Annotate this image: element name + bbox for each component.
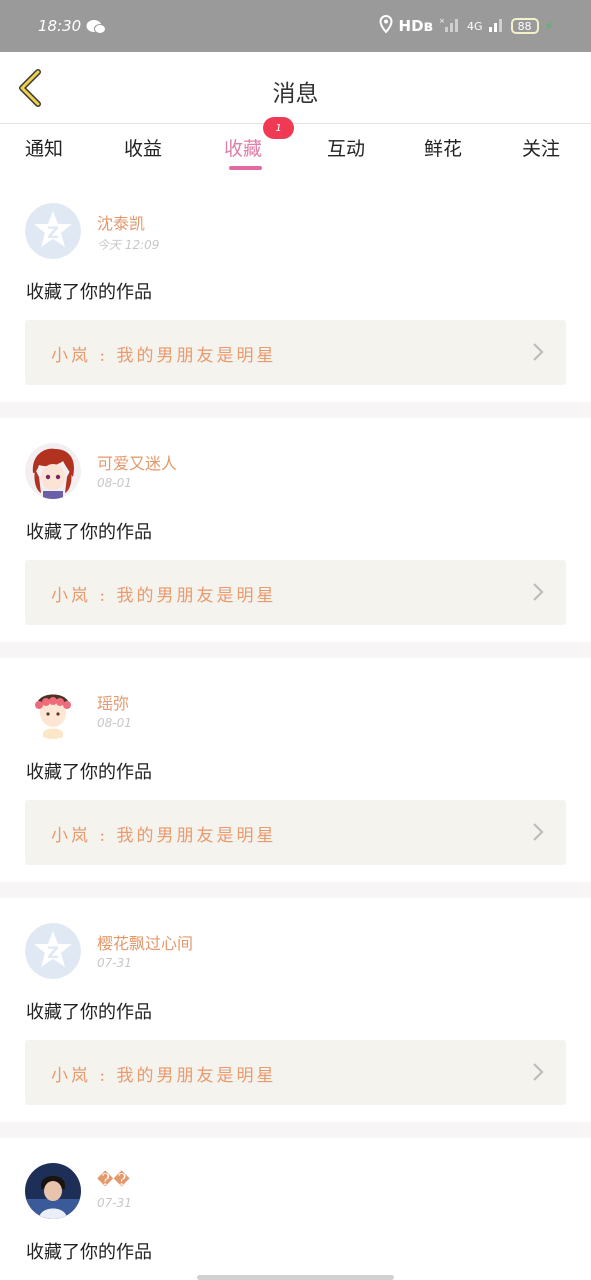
signal-bars-icon xyxy=(488,16,505,36)
divider xyxy=(0,1122,591,1138)
avatar[interactable] xyxy=(25,683,81,739)
svg-text:Z: Z xyxy=(47,943,59,962)
tab-notifications[interactable]: 通知 xyxy=(25,134,63,161)
work-link[interactable]: 小岚 : 我的男朋友是明星 xyxy=(25,320,566,385)
photo-avatar-icon xyxy=(25,1163,81,1219)
notification-card: Z 沈泰凯 今天 12:09 收藏了你的作品 小岚 : 我的男朋友是明星 xyxy=(0,178,591,402)
post-time: 07-31 xyxy=(97,1196,132,1210)
battery-icon: 88 xyxy=(510,18,539,34)
network-4g: 4G xyxy=(467,20,483,33)
flower-crown-avatar-icon xyxy=(25,683,81,739)
work-link[interactable]: 小岚 : 我的男朋友是明星 xyxy=(25,800,566,865)
status-bar: 18:30 HDв × 4G 88 ⚡ xyxy=(0,0,591,52)
avatar[interactable]: Z xyxy=(25,923,81,979)
action-text: 收藏了你的作品 xyxy=(26,522,152,543)
wechat-icon xyxy=(86,19,106,35)
tab-earnings[interactable]: 收益 xyxy=(124,134,162,161)
page-title: 消息 xyxy=(272,81,319,107)
default-avatar-icon: Z xyxy=(25,923,81,979)
default-avatar-icon: Z xyxy=(25,203,81,259)
svg-text:×: × xyxy=(439,17,445,25)
tab-favorites[interactable]: 收藏 xyxy=(224,134,262,161)
app-header: 消息 xyxy=(0,52,591,124)
work-link[interactable]: 小岚 : 我的男朋友是明星 xyxy=(25,1040,566,1105)
action-text: 收藏了你的作品 xyxy=(26,282,152,303)
hd-indicator: HDв xyxy=(398,17,434,35)
network-label: 4G xyxy=(467,19,483,33)
location-icon xyxy=(379,14,393,37)
author-name[interactable]: 沈泰凯 xyxy=(97,210,145,234)
active-tab-indicator xyxy=(229,166,262,170)
status-icons: HDв × 4G 88 ⚡ xyxy=(379,14,553,37)
work-title: 小岚 : 我的男朋友是明星 xyxy=(51,826,277,846)
home-indicator[interactable] xyxy=(197,1275,394,1280)
author-name[interactable]: �� xyxy=(97,1170,130,1189)
post-time: 今天 12:09 xyxy=(97,238,160,252)
chevron-right-icon xyxy=(533,583,544,601)
tab-badge: 1 xyxy=(263,117,294,139)
chevron-right-icon xyxy=(533,823,544,841)
post-time: 08-01 xyxy=(97,476,132,490)
divider xyxy=(0,882,591,898)
action-text: 收藏了你的作品 xyxy=(26,1242,152,1263)
chevron-right-icon xyxy=(533,1063,544,1081)
battery-level: 88 xyxy=(517,19,532,33)
notification-card: 可爱又迷人 08-01 收藏了你的作品 小岚 : 我的男朋友是明星 xyxy=(0,418,591,642)
work-title: 小岚 : 我的男朋友是明星 xyxy=(51,1066,277,1086)
avatar[interactable] xyxy=(25,1163,81,1219)
status-time: 18:30 xyxy=(38,17,82,35)
notification-card: Z 樱花飘过心间 07-31 收藏了你的作品 小岚 : 我的男朋友是明星 xyxy=(0,898,591,1122)
avatar[interactable] xyxy=(25,443,81,499)
tab-bar: 通知 收益 收藏 1 互动 鲜花 关注 xyxy=(0,117,591,178)
notification-card: �� 07-31 收藏了你的作品 xyxy=(0,1138,591,1278)
tab-follows[interactable]: 关注 xyxy=(522,134,560,161)
avatar[interactable]: Z xyxy=(25,203,81,259)
divider xyxy=(0,642,591,658)
work-title: 小岚 : 我的男朋友是明星 xyxy=(51,586,277,606)
svg-text:Z: Z xyxy=(47,223,59,242)
divider xyxy=(0,402,591,418)
post-time: 08-01 xyxy=(97,716,132,730)
work-title: 小岚 : 我的男朋友是明星 xyxy=(51,346,277,366)
author-name[interactable]: 可爱又迷人 xyxy=(97,450,177,474)
notification-feed[interactable]: Z 沈泰凯 今天 12:09 收藏了你的作品 小岚 : 我的男朋友是明星 可爱又… xyxy=(0,178,591,1278)
work-link[interactable]: 小岚 : 我的男朋友是明星 xyxy=(25,560,566,625)
notification-card: 瑶弥 08-01 收藏了你的作品 小岚 : 我的男朋友是明星 xyxy=(0,658,591,882)
chevron-right-icon xyxy=(533,343,544,361)
action-text: 收藏了你的作品 xyxy=(26,762,152,783)
tab-flowers[interactable]: 鲜花 xyxy=(424,134,462,161)
author-name[interactable]: 瑶弥 xyxy=(97,690,129,714)
action-text: 收藏了你的作品 xyxy=(26,1002,152,1023)
charging-icon: ⚡ xyxy=(544,19,553,33)
post-time: 07-31 xyxy=(97,956,132,970)
tab-interactions[interactable]: 互动 xyxy=(327,134,365,161)
signal-icon: × xyxy=(439,16,461,36)
red-hair-avatar-icon xyxy=(25,443,81,499)
author-name[interactable]: 樱花飘过心间 xyxy=(97,930,193,954)
